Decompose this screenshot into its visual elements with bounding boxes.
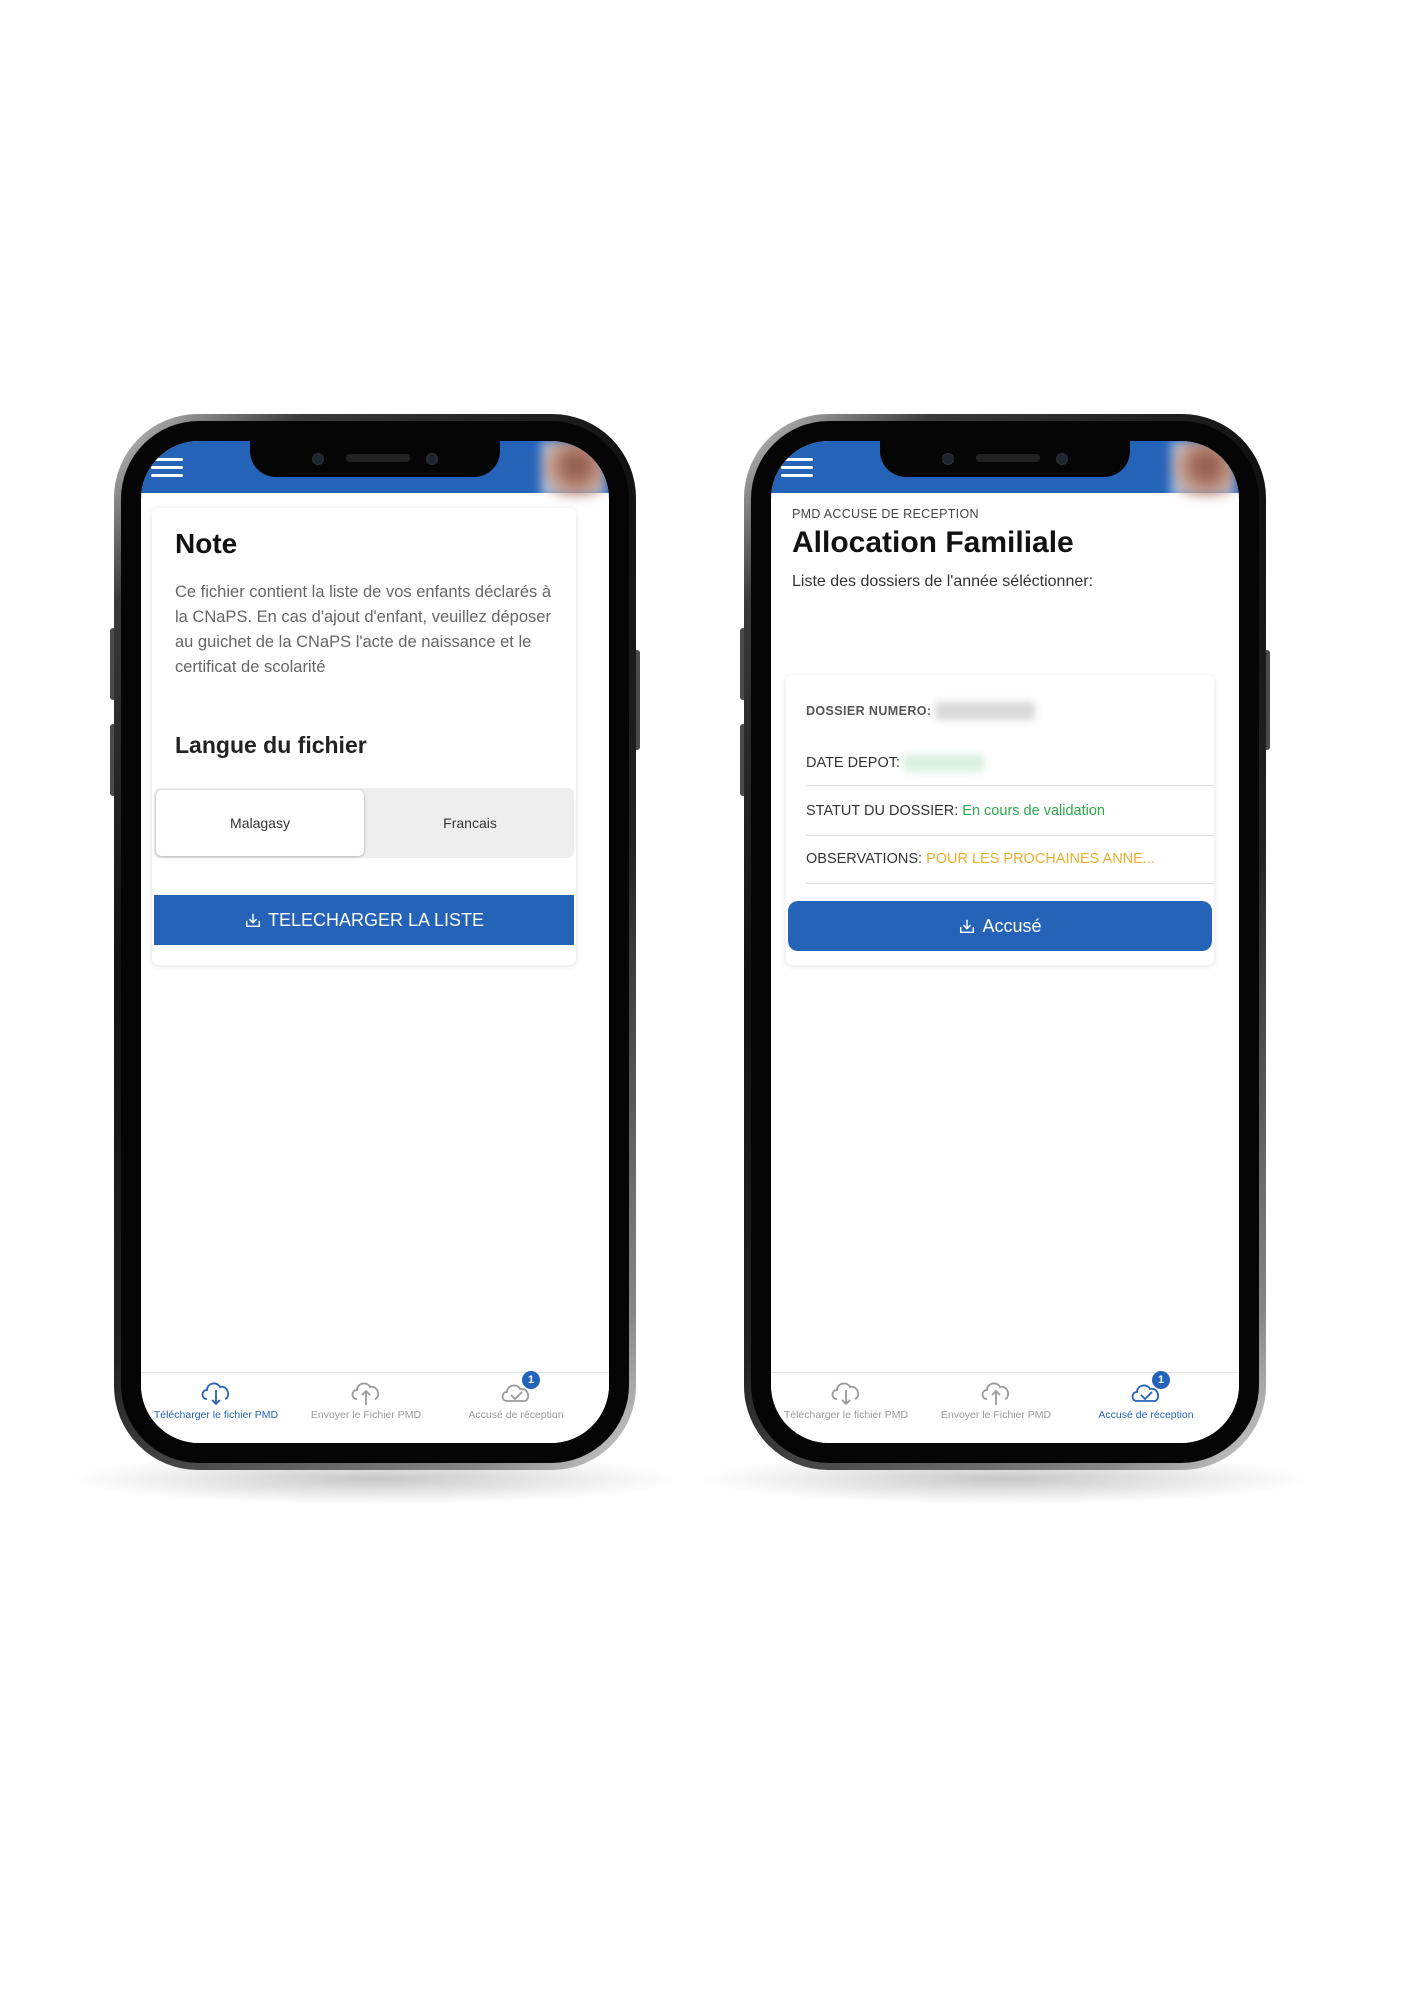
accuse-button[interactable]: Accusé (788, 901, 1212, 951)
phone-left: Note Ce fichier contient la liste de vos… (74, 414, 676, 1504)
camera (426, 453, 438, 465)
date-depot-value (904, 754, 985, 773)
observations-row: OBSERVATIONS: POUR LES PROCHAINES ANNE..… (806, 835, 1214, 884)
cloud-check-icon-wrap: 1 (1128, 1371, 1170, 1407)
nav-label-download: Télécharger le fichier PMD (153, 1409, 279, 1421)
nav-label-upload: Envoyer le Fichier PMD (310, 1409, 422, 1421)
date-depot-row: DATE DEPOT: (806, 739, 1214, 786)
avatar[interactable] (1171, 441, 1235, 497)
bottom-nav: Télécharger le fichier PMD Envoyer le Fi… (141, 1371, 609, 1443)
notch (250, 441, 500, 477)
speaker (346, 454, 410, 462)
nav-label-download: Télécharger le fichier PMD (783, 1409, 909, 1421)
bottom-nav: Télécharger le fichier PMD Envoyer le Fi… (771, 1371, 1239, 1443)
date-depot-label: DATE DEPOT: (806, 755, 900, 771)
nav-item-download[interactable]: Télécharger le fichier PMD (141, 1377, 291, 1421)
page-eyebrow: PMD ACCUSE DE RECEPTION (792, 507, 979, 521)
nav-item-upload[interactable]: Envoyer le Fichier PMD (921, 1377, 1071, 1421)
cloud-upload-icon (981, 1382, 1010, 1405)
cloud-download-icon (831, 1382, 860, 1406)
camera (1056, 453, 1068, 465)
note-body: Ce fichier contient la liste de vos enfa… (175, 583, 552, 676)
phone-right: PMD ACCUSE DE RECEPTION Allocation Famil… (704, 414, 1306, 1504)
avatar[interactable] (541, 441, 605, 497)
nav-item-receipt[interactable]: 1 Accusé de réception (1071, 1371, 1221, 1421)
nav-item-download[interactable]: Télécharger le fichier PMD (771, 1377, 921, 1421)
nav-label-upload: Envoyer le Fichier PMD (940, 1409, 1052, 1421)
statut-row: STATUT DU DOSSIER: En cours de validatio… (806, 787, 1214, 836)
statut-value: En cours de validation (962, 803, 1105, 819)
dossier-number-label: DOSSIER NUMERO: (806, 704, 932, 718)
observations-label: OBSERVATIONS: (806, 851, 923, 867)
page-subtitle: Liste des dossiers de l'année séléctionn… (792, 573, 1094, 590)
phone-screen: PMD ACCUSE DE RECEPTION Allocation Famil… (771, 441, 1239, 1443)
page-title: Allocation Familiale (792, 526, 1074, 559)
language-option-francais[interactable]: Francais (366, 790, 574, 856)
nav-item-upload[interactable]: Envoyer le Fichier PMD (291, 1377, 441, 1421)
nav-item-receipt[interactable]: 1 Accusé de réception (441, 1371, 591, 1421)
cloud-check-icon-wrap: 1 (498, 1371, 540, 1407)
notch (880, 441, 1130, 477)
menu-icon[interactable] (151, 458, 183, 478)
cloud-download-icon (201, 1382, 230, 1406)
language-option-malagasy[interactable]: Malagasy (156, 790, 364, 856)
download-icon (245, 913, 260, 928)
cloud-upload-icon (351, 1382, 380, 1405)
note-card: Note Ce fichier contient la liste de vos… (152, 508, 576, 965)
dossier-number-value (935, 702, 1036, 721)
download-list-button[interactable]: TELECHARGER LA LISTE (154, 895, 574, 945)
download-icon (960, 919, 975, 934)
accuse-label: Accusé (982, 915, 1042, 936)
phone-screen: Note Ce fichier contient la liste de vos… (141, 441, 609, 1443)
notification-badge: 1 (1152, 1371, 1170, 1389)
nav-label-receipt: Accusé de réception (468, 1409, 564, 1421)
download-list-label: TELECHARGER LA LISTE (267, 909, 485, 930)
dossier-number-row: DOSSIER NUMERO: (806, 689, 1214, 733)
language-selector: Malagasy Francais (154, 788, 574, 858)
menu-icon[interactable] (781, 458, 813, 478)
note-title: Note (175, 528, 238, 559)
dossier-card: DOSSIER NUMERO: DATE DEPOT: STATUT DU DO… (786, 675, 1214, 965)
statut-label: STATUT DU DOSSIER: (806, 803, 959, 819)
observations-value: POUR LES PROCHAINES ANNE... (926, 851, 1155, 867)
camera (312, 453, 324, 465)
language-title: Langue du fichier (175, 732, 367, 758)
speaker (976, 454, 1040, 462)
camera (942, 453, 954, 465)
nav-label-receipt: Accusé de réception (1098, 1409, 1194, 1421)
notification-badge: 1 (522, 1371, 540, 1389)
